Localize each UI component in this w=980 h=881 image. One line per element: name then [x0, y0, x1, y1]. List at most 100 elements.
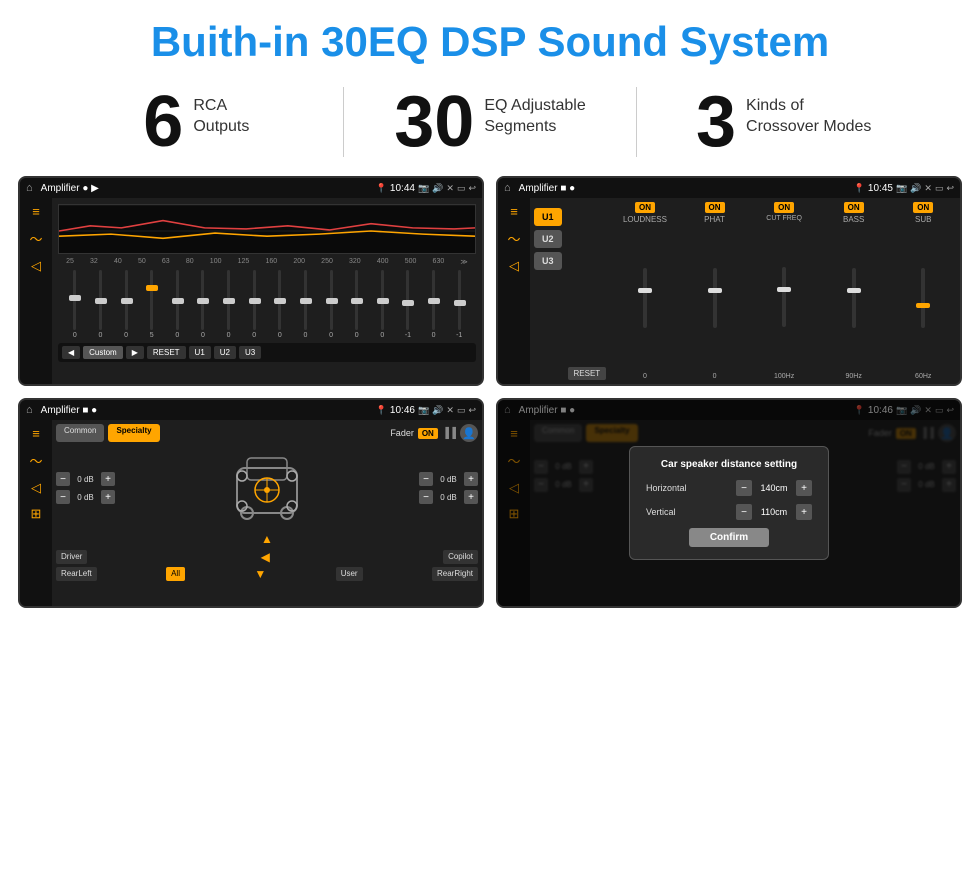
- eq-slider-12[interactable]: 0: [350, 270, 364, 339]
- left-val-2: 0 dB: [73, 493, 98, 502]
- sidebar-wave-icon[interactable]: 〜: [29, 229, 42, 248]
- rearright-label[interactable]: RearRight: [432, 567, 478, 581]
- confirm-button[interactable]: Confirm: [689, 528, 769, 547]
- eq-slider-6[interactable]: 0: [196, 270, 210, 339]
- left-minus-1[interactable]: −: [56, 472, 70, 486]
- eq-slider-1[interactable]: 0: [68, 270, 82, 339]
- sidebar-vol-icon[interactable]: ◁: [31, 258, 41, 274]
- vertical-control: − 110cm +: [736, 504, 812, 520]
- tab-common[interactable]: Common: [56, 424, 104, 442]
- driver-label[interactable]: Driver: [56, 550, 87, 564]
- tab-specialty[interactable]: Specialty: [108, 424, 159, 442]
- dialog-title: Car speaker distance setting: [646, 459, 812, 470]
- ch-bass-on[interactable]: ON: [844, 202, 864, 213]
- home-icon-eq[interactable]: ⌂: [26, 182, 33, 194]
- eq-slider-15[interactable]: 0: [427, 270, 441, 339]
- ch-bass-val: 90Hz: [845, 373, 861, 380]
- sidebar-expand-icon[interactable]: ⊞: [31, 506, 42, 522]
- sidebar-vol2-icon[interactable]: ◁: [509, 258, 519, 274]
- screen-dialog: ⌂ Amplifier ■ ● 📍 10:46 📷🔊✕▭↩ ≡ 〜 ◁ ⊞: [496, 398, 962, 608]
- u2-button[interactable]: U2: [534, 230, 562, 248]
- left-plus-1[interactable]: +: [101, 472, 115, 486]
- right-db-2: − 0 dB +: [419, 490, 478, 504]
- app-name-amp: Amplifier ■ ●: [519, 183, 850, 194]
- sidebar-spk-icon[interactable]: ≡: [32, 426, 40, 441]
- ch-cutfreq-slider[interactable]: [782, 267, 786, 327]
- eq-slider-8[interactable]: 0: [247, 270, 261, 339]
- fader-slider-icon[interactable]: ▐▐: [442, 428, 456, 439]
- ch-loudness-on[interactable]: ON: [635, 202, 655, 213]
- eq-slider-16[interactable]: -1: [452, 270, 466, 339]
- eq-slider-14[interactable]: -1: [401, 270, 415, 339]
- screen-content-spk: ≡ 〜 ◁ ⊞ Common Specialty Fader ON ▐▐ 👤: [20, 420, 482, 606]
- screen-speaker: ⌂ Amplifier ■ ● 📍 10:46 📷🔊✕▭↩ ≡ 〜 ◁ ⊞: [18, 398, 484, 608]
- left-nav-icon[interactable]: ◀: [261, 550, 270, 564]
- u1-button[interactable]: U1: [534, 208, 562, 226]
- time-eq: 10:44: [390, 183, 415, 194]
- time-spk: 10:46: [390, 405, 415, 416]
- sidebar-eq2-icon[interactable]: ≡: [510, 204, 518, 219]
- sidebar-eq-icon[interactable]: ≡: [32, 204, 40, 219]
- ch-phat-val: 0: [713, 373, 717, 380]
- fader-on-badge[interactable]: ON: [418, 428, 438, 439]
- eq-slider-10[interactable]: 0: [298, 270, 312, 339]
- vertical-label: Vertical: [646, 507, 676, 517]
- eq-slider-11[interactable]: 0: [324, 270, 338, 339]
- ch-bass-slider[interactable]: [852, 268, 856, 328]
- ch-sub: ON SUB 60Hz: [890, 202, 956, 380]
- ch-cutfreq: ON CUT FREQ 100Hz: [751, 202, 817, 380]
- ch-phat-label: PHAT: [704, 215, 725, 224]
- copilot-label[interactable]: Copilot: [443, 550, 478, 564]
- eq-slider-3[interactable]: 0: [119, 270, 133, 339]
- right-minus-1[interactable]: −: [419, 472, 433, 486]
- eq-u3-btn[interactable]: U3: [239, 346, 261, 359]
- sidebar-vol3-icon[interactable]: ◁: [31, 480, 41, 496]
- eq-slider-2[interactable]: 0: [93, 270, 107, 339]
- stat-number-6: 6: [143, 86, 183, 158]
- right-plus-1[interactable]: +: [464, 472, 478, 486]
- ch-cutfreq-on[interactable]: ON: [774, 202, 794, 213]
- home-icon-amp[interactable]: ⌂: [504, 182, 511, 194]
- eq-next-btn[interactable]: ▶: [126, 346, 144, 359]
- speaker-tab-row: Common Specialty Fader ON ▐▐ 👤: [56, 424, 478, 442]
- app-name-eq: Amplifier ● ▶: [41, 183, 372, 194]
- nav-up-icon[interactable]: ▲: [261, 532, 273, 546]
- ch-sub-slider[interactable]: [921, 268, 925, 328]
- sidebar-wave3-icon[interactable]: 〜: [29, 451, 42, 470]
- eq-slider-9[interactable]: 0: [273, 270, 287, 339]
- u3-button[interactable]: U3: [534, 252, 562, 270]
- user-label[interactable]: User: [336, 567, 363, 581]
- vertical-minus[interactable]: −: [736, 504, 752, 520]
- all-label[interactable]: All: [166, 567, 185, 581]
- eq-slider-13[interactable]: 0: [375, 270, 389, 339]
- eq-slider-4[interactable]: 5: [145, 270, 159, 339]
- right-plus-2[interactable]: +: [464, 490, 478, 504]
- eq-sliders: 0 0 0 5 0 0 0 0 0 0 0 0 0 -1 0: [58, 269, 476, 339]
- ch-loudness-label: LOUDNESS: [623, 215, 667, 224]
- eq-u2-btn[interactable]: U2: [214, 346, 236, 359]
- eq-u1-btn[interactable]: U1: [189, 346, 211, 359]
- horizontal-control: − 140cm +: [736, 480, 812, 496]
- eq-slider-5[interactable]: 0: [170, 270, 184, 339]
- rearleft-label[interactable]: RearLeft: [56, 567, 97, 581]
- eq-slider-7[interactable]: 0: [222, 270, 236, 339]
- eq-reset-btn[interactable]: RESET: [147, 346, 186, 359]
- ch-phat-on[interactable]: ON: [705, 202, 725, 213]
- home-icon-spk[interactable]: ⌂: [26, 404, 33, 416]
- vertical-plus[interactable]: +: [796, 504, 812, 520]
- eq-graph: [58, 204, 476, 254]
- reset-button[interactable]: RESET: [568, 367, 607, 380]
- ch-loudness-slider[interactable]: [643, 268, 647, 328]
- horizontal-minus[interactable]: −: [736, 480, 752, 496]
- ch-sub-on[interactable]: ON: [913, 202, 933, 213]
- sidebar-wave2-icon[interactable]: 〜: [507, 229, 520, 248]
- ch-bass: ON BASS 90Hz: [821, 202, 887, 380]
- down-nav-icon[interactable]: ▼: [254, 567, 266, 581]
- eq-prev-btn[interactable]: ◀: [62, 346, 80, 359]
- right-minus-2[interactable]: −: [419, 490, 433, 504]
- ch-phat-slider[interactable]: [713, 268, 717, 328]
- left-plus-2[interactable]: +: [101, 490, 115, 504]
- horizontal-plus[interactable]: +: [796, 480, 812, 496]
- left-minus-2[interactable]: −: [56, 490, 70, 504]
- eq-main: 2532405063 80100125160200 25032040050063…: [52, 198, 482, 384]
